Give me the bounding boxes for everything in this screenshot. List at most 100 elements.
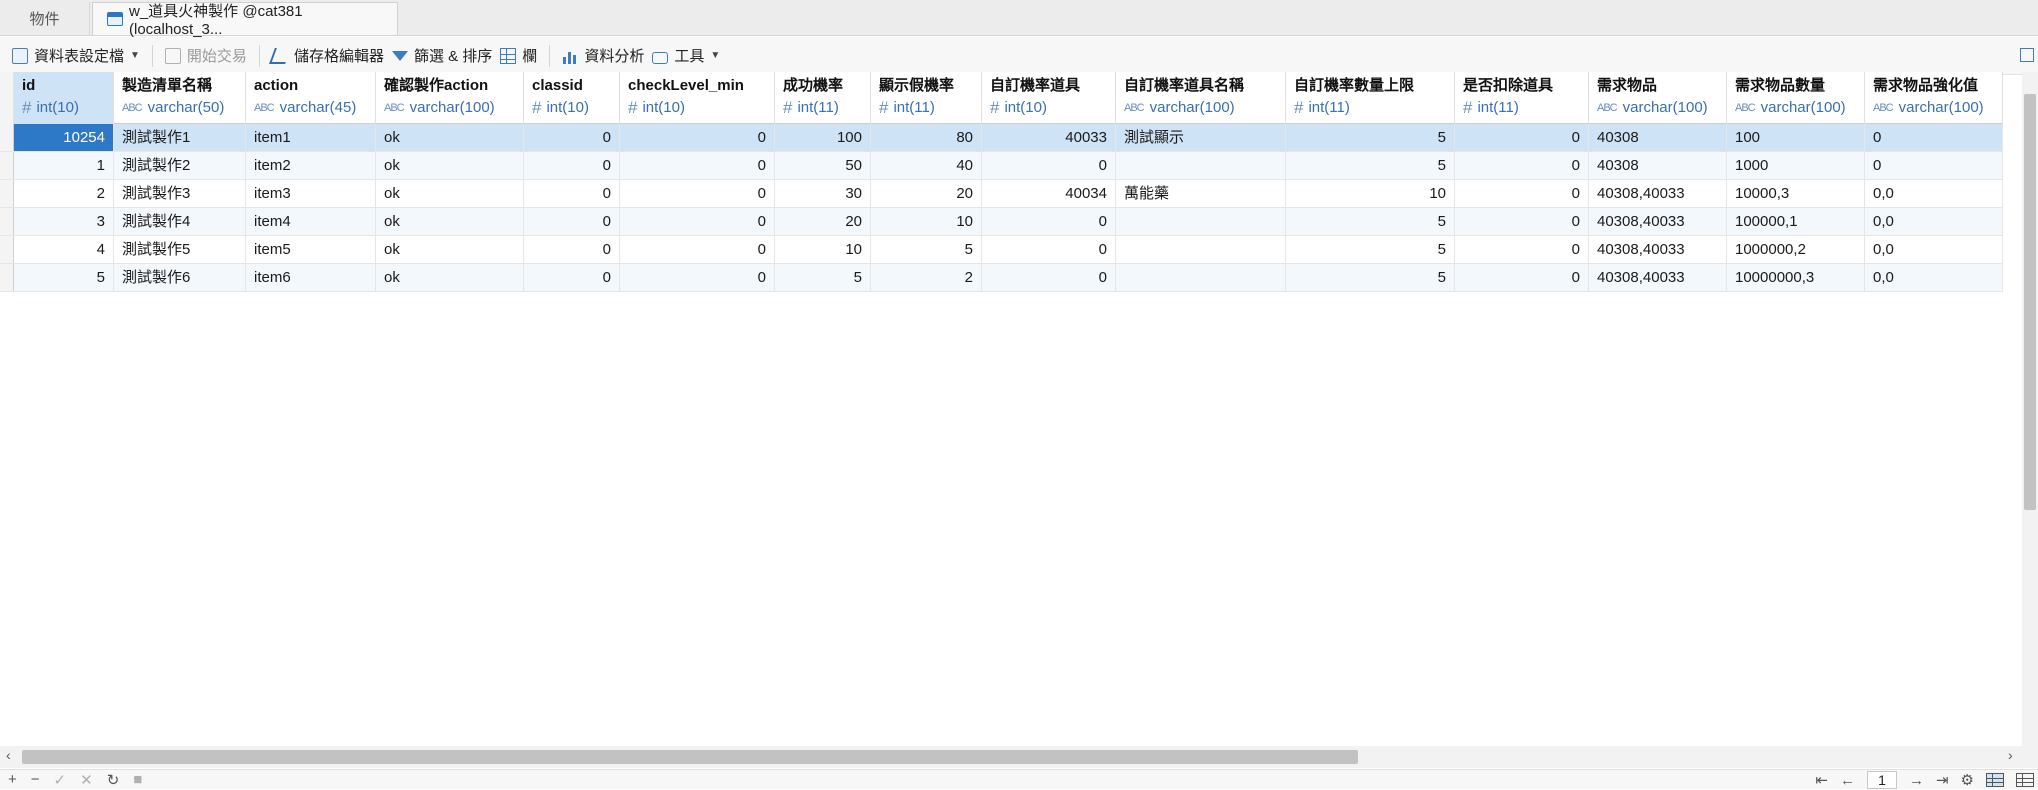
- data-analysis-button[interactable]: 資料分析: [558, 41, 648, 71]
- column-header[interactable]: 需求物品 ABC varchar(100): [1589, 72, 1727, 124]
- table-cell[interactable]: 0,0: [1865, 208, 2003, 235]
- table-cell[interactable]: ok: [376, 152, 524, 179]
- row-header[interactable]: [0, 264, 14, 291]
- table-row[interactable]: 1 測試製作2 item2 ok 0 0 50 40 0 5 0 40308 1000 0: [0, 152, 2003, 180]
- table-cell[interactable]: 40: [871, 152, 982, 179]
- table-cell[interactable]: 測試製作2: [114, 152, 246, 179]
- column-header[interactable]: 製造清單名稱 ABC varchar(50): [114, 72, 246, 124]
- table-cell[interactable]: 測試製作5: [114, 236, 246, 263]
- table-cell[interactable]: [1116, 264, 1286, 291]
- column-header[interactable]: 確認製作action ABC varchar(100): [376, 72, 524, 124]
- table-cell[interactable]: ok: [376, 208, 524, 235]
- column-header[interactable]: 需求物品數量 ABC varchar(100): [1727, 72, 1865, 124]
- columns-button[interactable]: 欄: [496, 41, 541, 71]
- column-header[interactable]: 是否扣除道具 # int(11): [1455, 72, 1589, 124]
- table-cell[interactable]: 0,0: [1865, 264, 2003, 291]
- table-cell[interactable]: 0: [982, 208, 1116, 235]
- table-cell[interactable]: 0: [524, 124, 620, 151]
- prev-page-icon[interactable]: ←: [1840, 772, 1855, 789]
- table-cell[interactable]: 10254: [14, 124, 114, 151]
- column-header[interactable]: 自訂機率數量上限 # int(11): [1286, 72, 1455, 124]
- table-cell[interactable]: 5: [14, 264, 114, 291]
- table-cell[interactable]: 0: [982, 236, 1116, 263]
- table-cell[interactable]: 萬能藥: [1116, 180, 1286, 207]
- table-cell[interactable]: 80: [871, 124, 982, 151]
- form-view-icon[interactable]: [2016, 773, 2034, 787]
- table-cell[interactable]: 0: [620, 236, 775, 263]
- table-cell[interactable]: ok: [376, 180, 524, 207]
- data-grid[interactable]: id # int(10) 製造清單名稱 ABC varchar(50) action ABC v…: [0, 72, 2022, 745]
- column-header[interactable]: id # int(10): [14, 72, 114, 124]
- table-row[interactable]: 3 測試製作4 item4 ok 0 0 20 10 0 5 0 40308,40033 100000,…: [0, 208, 2003, 236]
- table-cell[interactable]: item3: [246, 180, 376, 207]
- row-header-corner[interactable]: [0, 72, 14, 124]
- column-header[interactable]: checkLevel_min # int(10): [620, 72, 775, 124]
- table-row[interactable]: 10254 測試製作1 item1 ok 0 0 100 80 40033 測試顯示 5 0 40308…: [0, 124, 2003, 152]
- table-cell[interactable]: 0: [620, 124, 775, 151]
- table-cell[interactable]: 30: [775, 180, 871, 207]
- table-cell[interactable]: 0: [1455, 124, 1589, 151]
- table-cell[interactable]: 0: [620, 264, 775, 291]
- table-cell[interactable]: item4: [246, 208, 376, 235]
- table-cell[interactable]: 0: [524, 152, 620, 179]
- table-cell[interactable]: 40033: [982, 124, 1116, 151]
- row-header[interactable]: [0, 236, 14, 263]
- column-header[interactable]: 需求物品強化值 ABC varchar(100): [1865, 72, 2003, 124]
- table-cell[interactable]: 5: [1286, 236, 1455, 263]
- tab-table-editor[interactable]: w_道具火神製作 @cat381 (localhost_3...: [92, 2, 398, 38]
- column-header[interactable]: action ABC varchar(45): [246, 72, 376, 124]
- row-header[interactable]: [0, 124, 14, 151]
- table-cell[interactable]: 4: [14, 236, 114, 263]
- table-cell[interactable]: [1116, 236, 1286, 263]
- table-cell[interactable]: 0: [524, 264, 620, 291]
- table-cell[interactable]: 10: [871, 208, 982, 235]
- table-cell[interactable]: 0: [524, 180, 620, 207]
- table-cell[interactable]: 測試製作1: [114, 124, 246, 151]
- expand-icon[interactable]: [2020, 48, 2034, 62]
- table-cell[interactable]: 10000000,3: [1727, 264, 1865, 291]
- table-cell[interactable]: 40308,40033: [1589, 180, 1727, 207]
- table-cell[interactable]: 40308,40033: [1589, 236, 1727, 263]
- vertical-scrollbar[interactable]: [2022, 72, 2038, 768]
- table-cell[interactable]: 0: [524, 208, 620, 235]
- table-cell[interactable]: ok: [376, 236, 524, 263]
- horizontal-scroll-thumb[interactable]: [22, 750, 1358, 764]
- table-cell[interactable]: 10: [775, 236, 871, 263]
- table-cell[interactable]: 0: [982, 152, 1116, 179]
- scroll-left-icon[interactable]: ‹: [6, 747, 11, 763]
- begin-transaction-button[interactable]: 開始交易: [161, 41, 251, 71]
- last-page-icon[interactable]: ⇥: [1936, 771, 1949, 789]
- column-header[interactable]: 成功機率 # int(11): [775, 72, 871, 124]
- table-cell[interactable]: 0,0: [1865, 236, 2003, 263]
- table-cell[interactable]: 40308: [1589, 124, 1727, 151]
- column-header[interactable]: classid # int(10): [524, 72, 620, 124]
- table-cell[interactable]: ok: [376, 264, 524, 291]
- table-cell[interactable]: item1: [246, 124, 376, 151]
- table-cell[interactable]: 0: [982, 264, 1116, 291]
- table-cell[interactable]: 20: [775, 208, 871, 235]
- table-cell[interactable]: 10000,3: [1727, 180, 1865, 207]
- column-header[interactable]: 顯示假機率 # int(11): [871, 72, 982, 124]
- filter-sort-button[interactable]: 篩選 & 排序: [388, 41, 496, 71]
- table-cell[interactable]: 5: [775, 264, 871, 291]
- table-cell[interactable]: 5: [1286, 124, 1455, 151]
- table-cell[interactable]: 0: [1455, 236, 1589, 263]
- table-cell[interactable]: [1116, 208, 1286, 235]
- table-cell[interactable]: 1: [14, 152, 114, 179]
- table-cell[interactable]: 100000,1: [1727, 208, 1865, 235]
- table-cell[interactable]: 40308,40033: [1589, 208, 1727, 235]
- next-page-icon[interactable]: →: [1909, 772, 1924, 789]
- table-cell[interactable]: 5: [1286, 152, 1455, 179]
- table-row[interactable]: 2 測試製作3 item3 ok 0 0 30 20 40034 萬能藥 10 0 40308,4003…: [0, 180, 2003, 208]
- table-cell[interactable]: 5: [1286, 208, 1455, 235]
- horizontal-scrollbar[interactable]: ‹ ›: [0, 746, 2022, 768]
- table-cell[interactable]: 50: [775, 152, 871, 179]
- first-page-icon[interactable]: ⇤: [1815, 771, 1828, 789]
- table-cell[interactable]: 測試製作4: [114, 208, 246, 235]
- table-cell[interactable]: 20: [871, 180, 982, 207]
- table-cell[interactable]: 0: [620, 208, 775, 235]
- refresh-icon[interactable]: ↻: [107, 771, 120, 789]
- row-header[interactable]: [0, 180, 14, 207]
- stop-icon[interactable]: ■: [133, 771, 142, 788]
- scroll-right-icon[interactable]: ›: [2008, 747, 2013, 763]
